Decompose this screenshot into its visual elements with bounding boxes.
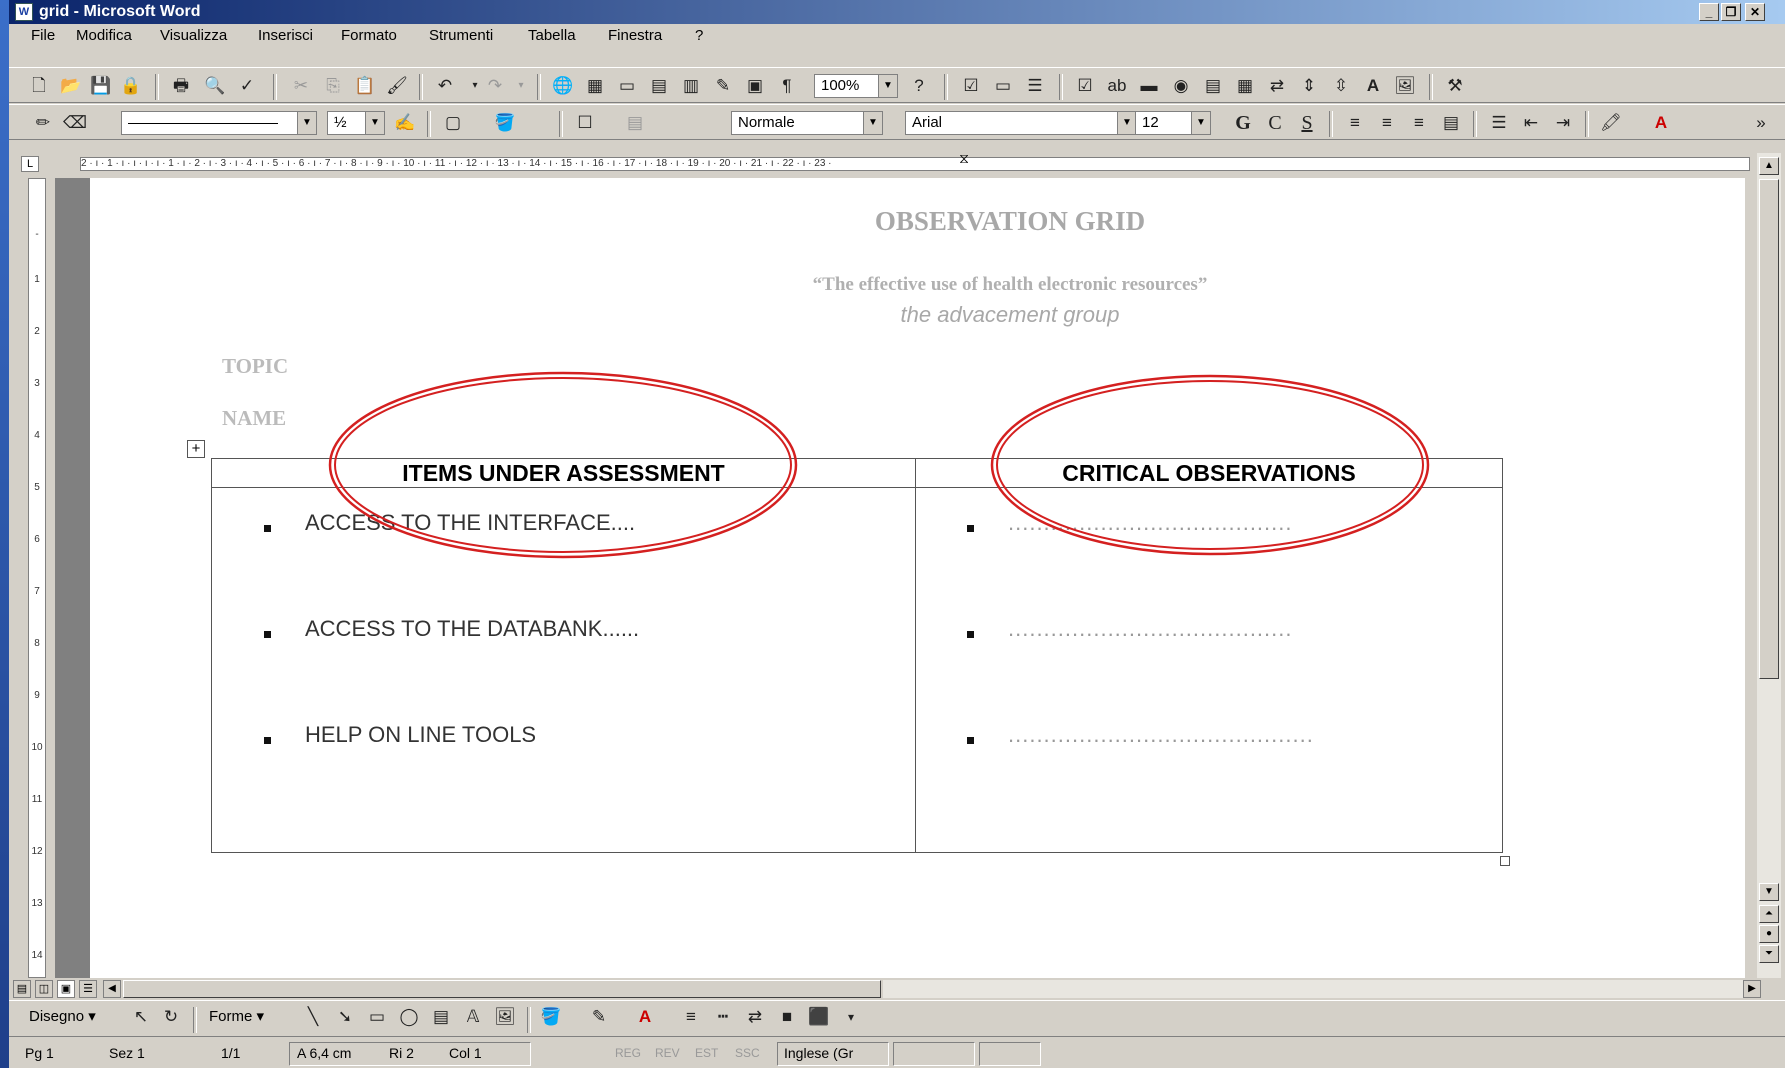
status-ovr[interactable]: SSC — [735, 1043, 760, 1063]
status-rec[interactable]: REG — [615, 1043, 641, 1063]
status-language: Inglese (Gr — [784, 1045, 854, 1061]
arrow-tool-icon[interactable]: ➘ — [333, 1005, 357, 1029]
text-color-icon[interactable]: A — [633, 1005, 657, 1029]
toolbar-options-icon[interactable]: ▾ — [839, 1005, 863, 1029]
horizontal-scrollbar[interactable]: ▤ ◫ ▣ ☰ ◀ ▶ — [9, 978, 1785, 1000]
annotation-ellipse — [990, 374, 1430, 556]
fill-color-icon[interactable]: 🪣 — [539, 1005, 563, 1029]
scroll-thumb[interactable] — [1759, 179, 1779, 679]
line-style-icon[interactable]: ≡ — [679, 1005, 703, 1029]
scroll-down-icon[interactable]: ▼ — [1759, 883, 1779, 901]
draw-menu-button[interactable]: Disegno ▾ — [29, 1007, 96, 1027]
scroll-left-icon[interactable]: ◀ — [103, 980, 121, 998]
annotation-ellipse — [328, 371, 798, 559]
dash-style-icon[interactable]: ┅ — [711, 1005, 735, 1029]
text-box-icon[interactable]: ▤ — [429, 1005, 453, 1029]
3d-style-icon[interactable]: ⬛ — [807, 1005, 831, 1029]
next-page-icon[interactable]: ⏷ — [1759, 945, 1779, 963]
web-view-icon[interactable]: ◫ — [35, 980, 53, 998]
scroll-up-icon[interactable]: ▲ — [1759, 157, 1779, 175]
annotation-ellipse — [334, 377, 792, 553]
vertical-scrollbar[interactable]: ▲ ▼ ⏶ ● ⏷ — [1757, 153, 1781, 978]
arrow-style-icon[interactable]: ⇄ — [743, 1005, 767, 1029]
status-line: Ri 2 — [389, 1045, 414, 1061]
normal-view-icon[interactable]: ▤ — [13, 980, 31, 998]
shapes-label: Forme — [209, 1008, 253, 1025]
hscroll-thumb[interactable] — [123, 980, 881, 998]
select-objects-icon[interactable]: ↖ — [129, 1005, 153, 1029]
print-layout-icon[interactable]: ▣ — [57, 980, 75, 998]
status-pages: 1/1 — [221, 1045, 241, 1061]
autoshapes-menu-button[interactable]: Forme ▾ — [209, 1007, 264, 1027]
rectangle-tool-icon[interactable]: ▭ — [365, 1005, 389, 1029]
status-rev[interactable]: REV — [655, 1043, 680, 1063]
drawing-toolbar: Disegno ▾ ↖ ↻ Forme ▾ ╲ ➘ ▭ ◯ ▤ 𝔸 🖼 🪣 ✎ … — [9, 1000, 1785, 1036]
status-section: Sez 1 — [109, 1045, 145, 1061]
previous-page-icon[interactable]: ⏶ — [1759, 905, 1779, 923]
oval-tool-icon[interactable]: ◯ — [397, 1005, 421, 1029]
shadow-icon[interactable]: ■ — [775, 1005, 799, 1029]
status-column: Col 1 — [449, 1045, 482, 1061]
wordart-icon[interactable]: 𝔸 — [461, 1005, 485, 1029]
status-bar: Pg 1 Sez 1 1/1 A 6,4 cm Ri 2 Col 1 REG R… — [9, 1036, 1785, 1068]
outline-view-icon[interactable]: ☰ — [79, 980, 97, 998]
select-browse-object-icon[interactable]: ● — [1759, 925, 1779, 943]
annotation-ellipse — [996, 380, 1424, 550]
scroll-right-icon[interactable]: ▶ — [1743, 980, 1761, 998]
status-at: A 6,4 cm — [297, 1045, 352, 1061]
status-empty-box — [893, 1042, 975, 1066]
status-ext[interactable]: EST — [695, 1043, 718, 1063]
line-tool-icon[interactable]: ╲ — [301, 1005, 325, 1029]
hscroll-track[interactable] — [883, 980, 1743, 998]
status-empty-box — [979, 1042, 1041, 1066]
line-color-icon[interactable]: ✎ — [587, 1005, 611, 1029]
status-page: Pg 1 — [25, 1045, 54, 1061]
free-rotate-icon[interactable]: ↻ — [159, 1005, 183, 1029]
draw-label: Disegno — [29, 1008, 85, 1025]
annotation-layer — [328, 371, 1430, 559]
clipart-icon[interactable]: 🖼 — [493, 1005, 517, 1029]
